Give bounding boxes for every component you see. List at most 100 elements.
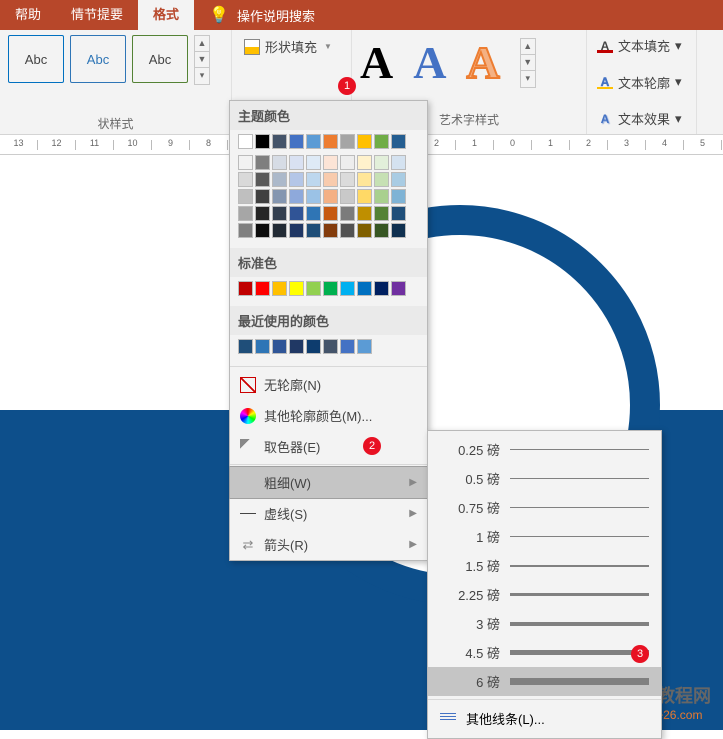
weight-option[interactable]: 2.25 磅 [428,580,661,609]
color-swatch[interactable] [391,155,406,170]
weight-option[interactable]: 0.25 磅 [428,435,661,464]
color-swatch[interactable] [238,206,253,221]
wordart-gallery-scroll[interactable]: ▲ ▼ ▾ [520,38,536,88]
color-swatch[interactable] [357,172,372,187]
arrows-item[interactable]: 箭头(R) ▶ [230,529,427,560]
text-fill-button[interactable]: A 文本填充 ▾ [593,34,690,57]
color-swatch[interactable] [374,206,389,221]
color-swatch[interactable] [272,155,287,170]
weight-option[interactable]: 0.5 磅 [428,464,661,493]
more-lines-item[interactable]: 其他线条(L)... [428,703,661,734]
color-swatch[interactable] [289,223,304,238]
color-swatch[interactable] [391,281,406,296]
color-swatch[interactable] [323,206,338,221]
color-swatch[interactable] [255,155,270,170]
color-swatch[interactable] [340,189,355,204]
scroll-down-icon[interactable]: ▼ [521,55,535,71]
color-swatch[interactable] [340,172,355,187]
color-swatch[interactable] [255,223,270,238]
color-swatch[interactable] [238,155,253,170]
color-swatch[interactable] [289,134,304,149]
weight-option[interactable]: 1 磅 [428,522,661,551]
color-swatch[interactable] [289,206,304,221]
wordart-preset-1[interactable]: A [360,36,393,89]
no-outline-item[interactable]: 无轮廓(N) [230,369,427,400]
color-swatch[interactable] [374,223,389,238]
color-swatch[interactable] [306,172,321,187]
shape-style-gallery-scroll[interactable]: ▲ ▼ ▾ [194,35,210,85]
color-swatch[interactable] [391,172,406,187]
color-swatch[interactable] [289,189,304,204]
tab-story[interactable]: 情节提要 [56,0,138,30]
color-swatch[interactable] [391,134,406,149]
color-swatch[interactable] [357,223,372,238]
color-swatch[interactable] [289,339,304,354]
color-swatch[interactable] [272,189,287,204]
eyedropper-item[interactable]: 取色器(E) [230,431,427,462]
color-swatch[interactable] [357,134,372,149]
tab-format[interactable]: 格式 [138,0,194,30]
color-swatch[interactable] [255,172,270,187]
color-swatch[interactable] [374,189,389,204]
color-swatch[interactable] [391,189,406,204]
color-swatch[interactable] [238,281,253,296]
text-effects-button[interactable]: A 文本效果 ▾ [593,107,690,130]
weight-option[interactable]: 0.75 磅 [428,493,661,522]
color-swatch[interactable] [323,339,338,354]
color-swatch[interactable] [306,155,321,170]
color-swatch[interactable] [255,281,270,296]
color-swatch[interactable] [272,281,287,296]
color-swatch[interactable] [374,134,389,149]
dashes-item[interactable]: 虚线(S) ▶ [230,498,427,529]
expand-gallery-icon[interactable]: ▾ [195,68,209,84]
scroll-up-icon[interactable]: ▲ [521,39,535,55]
weight-option[interactable]: 6 磅 [428,667,661,696]
color-swatch[interactable] [323,155,338,170]
color-swatch[interactable] [323,223,338,238]
weight-option[interactable]: 4.5 磅 [428,638,661,667]
scroll-up-icon[interactable]: ▲ [195,36,209,52]
text-outline-button[interactable]: A 文本轮廓 ▾ [593,71,690,94]
color-swatch[interactable] [357,155,372,170]
color-swatch[interactable] [306,189,321,204]
color-swatch[interactable] [272,172,287,187]
weight-option[interactable]: 1.5 磅 [428,551,661,580]
color-swatch[interactable] [255,339,270,354]
color-swatch[interactable] [323,172,338,187]
color-swatch[interactable] [357,189,372,204]
color-swatch[interactable] [340,155,355,170]
tab-help[interactable]: 帮助 [0,0,56,30]
color-swatch[interactable] [323,189,338,204]
color-swatch[interactable] [238,223,253,238]
color-swatch[interactable] [255,206,270,221]
color-swatch[interactable] [374,281,389,296]
expand-gallery-icon[interactable]: ▾ [521,71,535,87]
color-swatch[interactable] [272,206,287,221]
color-swatch[interactable] [272,339,287,354]
color-swatch[interactable] [374,172,389,187]
color-swatch[interactable] [357,339,372,354]
color-swatch[interactable] [306,206,321,221]
weight-item[interactable]: 粗细(W) ▶ [229,466,428,499]
color-swatch[interactable] [357,206,372,221]
color-swatch[interactable] [238,189,253,204]
color-swatch[interactable] [289,155,304,170]
color-swatch[interactable] [340,223,355,238]
color-swatch[interactable] [238,339,253,354]
color-swatch[interactable] [391,206,406,221]
color-swatch[interactable] [340,206,355,221]
weight-option[interactable]: 3 磅 [428,609,661,638]
color-swatch[interactable] [255,189,270,204]
shape-style-preset-2[interactable]: Abc [70,35,126,83]
wordart-preset-2[interactable]: A [413,36,446,89]
color-swatch[interactable] [306,281,321,296]
color-swatch[interactable] [391,223,406,238]
tell-me-search[interactable]: 操作说明搜索 [237,6,315,25]
shape-style-preset-1[interactable]: Abc [8,35,64,83]
color-swatch[interactable] [272,223,287,238]
color-swatch[interactable] [238,134,253,149]
shape-style-preset-3[interactable]: Abc [132,35,188,83]
color-swatch[interactable] [357,281,372,296]
shape-fill-button[interactable]: 形状填充 ▼ [238,34,345,59]
wordart-preset-3[interactable]: A [466,36,499,89]
